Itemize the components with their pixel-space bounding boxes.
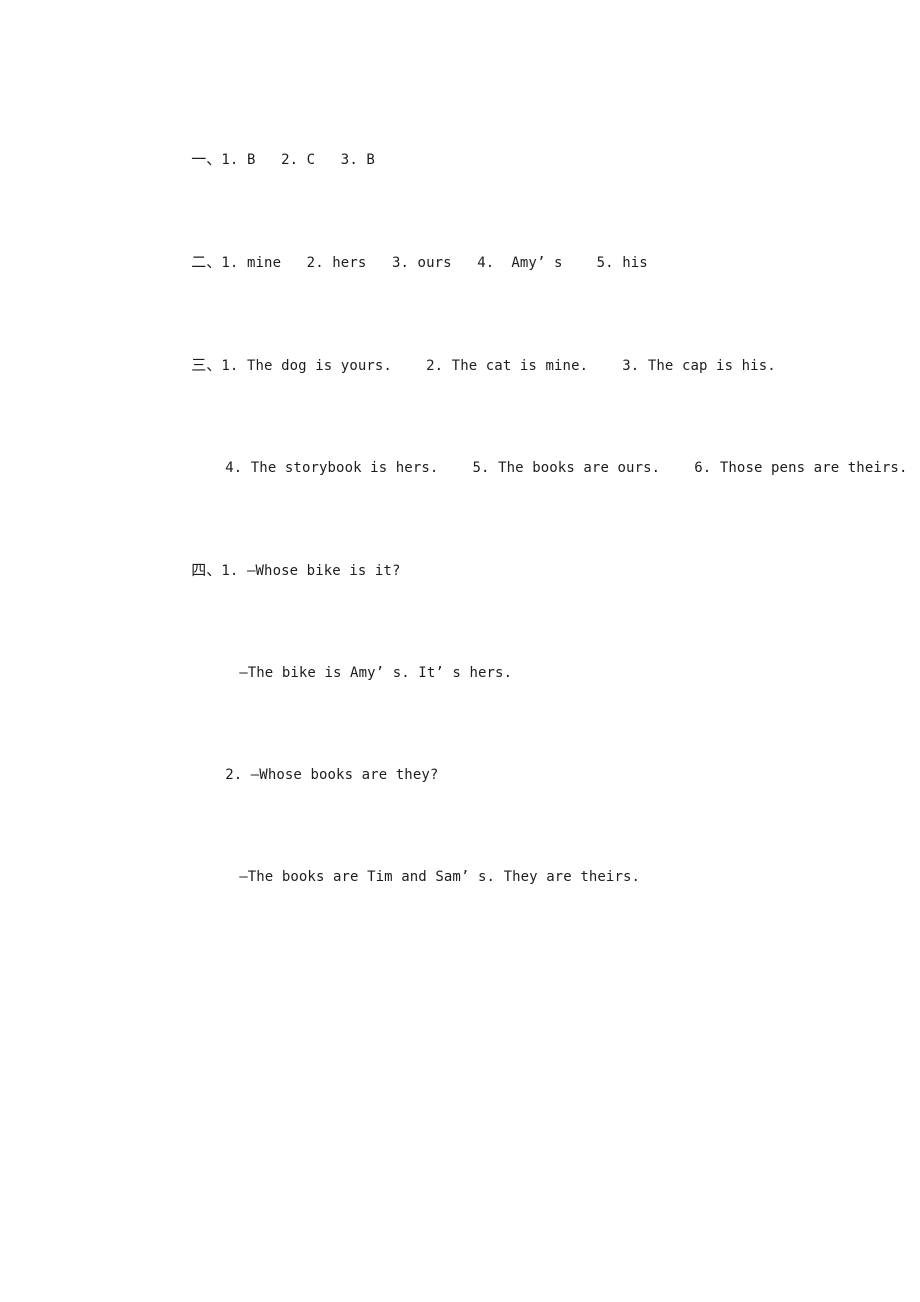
answer-list: 一、1. B 2. C 3. B 二、1. mine 2. hers 3. ou… (140, 108, 907, 928)
answer-line-2: 二、1. mine 2. hers 3. ours 4. Amy’ s 5. h… (140, 211, 840, 314)
answer-text-5: 1. —Whose bike is it? (221, 563, 401, 579)
section-marker-2: 二、 (191, 253, 222, 271)
answer-key-page: 一、1. B 2. C 3. B 二、1. mine 2. hers 3. ou… (0, 0, 920, 1302)
answer-line-4: 4. The storybook is hers. 5. The books a… (140, 417, 907, 519)
answer-line-5: 四、1. —Whose bike is it? (140, 519, 840, 622)
answer-text-8: —The books are Tim and Sam’ s. They are … (239, 869, 641, 885)
section-marker-3: 三、 (191, 356, 222, 374)
answer-text-7: 2. —Whose books are they? (225, 767, 439, 783)
answer-line-7: 2. —Whose books are they? (140, 724, 840, 826)
answer-text-1: 1. B 2. C 3. B (221, 152, 375, 168)
answer-text-3: 1. The dog is yours. 2. The cat is mine.… (221, 358, 776, 374)
answer-line-8: —The books are Tim and Sam’ s. They are … (140, 826, 840, 928)
answer-text-4: 4. The storybook is hers. 5. The books a… (225, 460, 908, 476)
answer-text-6: —The bike is Amy’ s. It’ s hers. (239, 665, 513, 681)
answer-line-6: —The bike is Amy’ s. It’ s hers. (140, 622, 840, 724)
answer-line-1: 一、1. B 2. C 3. B (140, 108, 840, 211)
answer-line-3: 三、1. The dog is yours. 2. The cat is min… (140, 314, 840, 417)
section-marker-1: 一、 (191, 150, 222, 168)
answer-text-2: 1. mine 2. hers 3. ours 4. Amy’ s 5. his (221, 255, 648, 271)
section-marker-4: 四、 (191, 561, 222, 579)
